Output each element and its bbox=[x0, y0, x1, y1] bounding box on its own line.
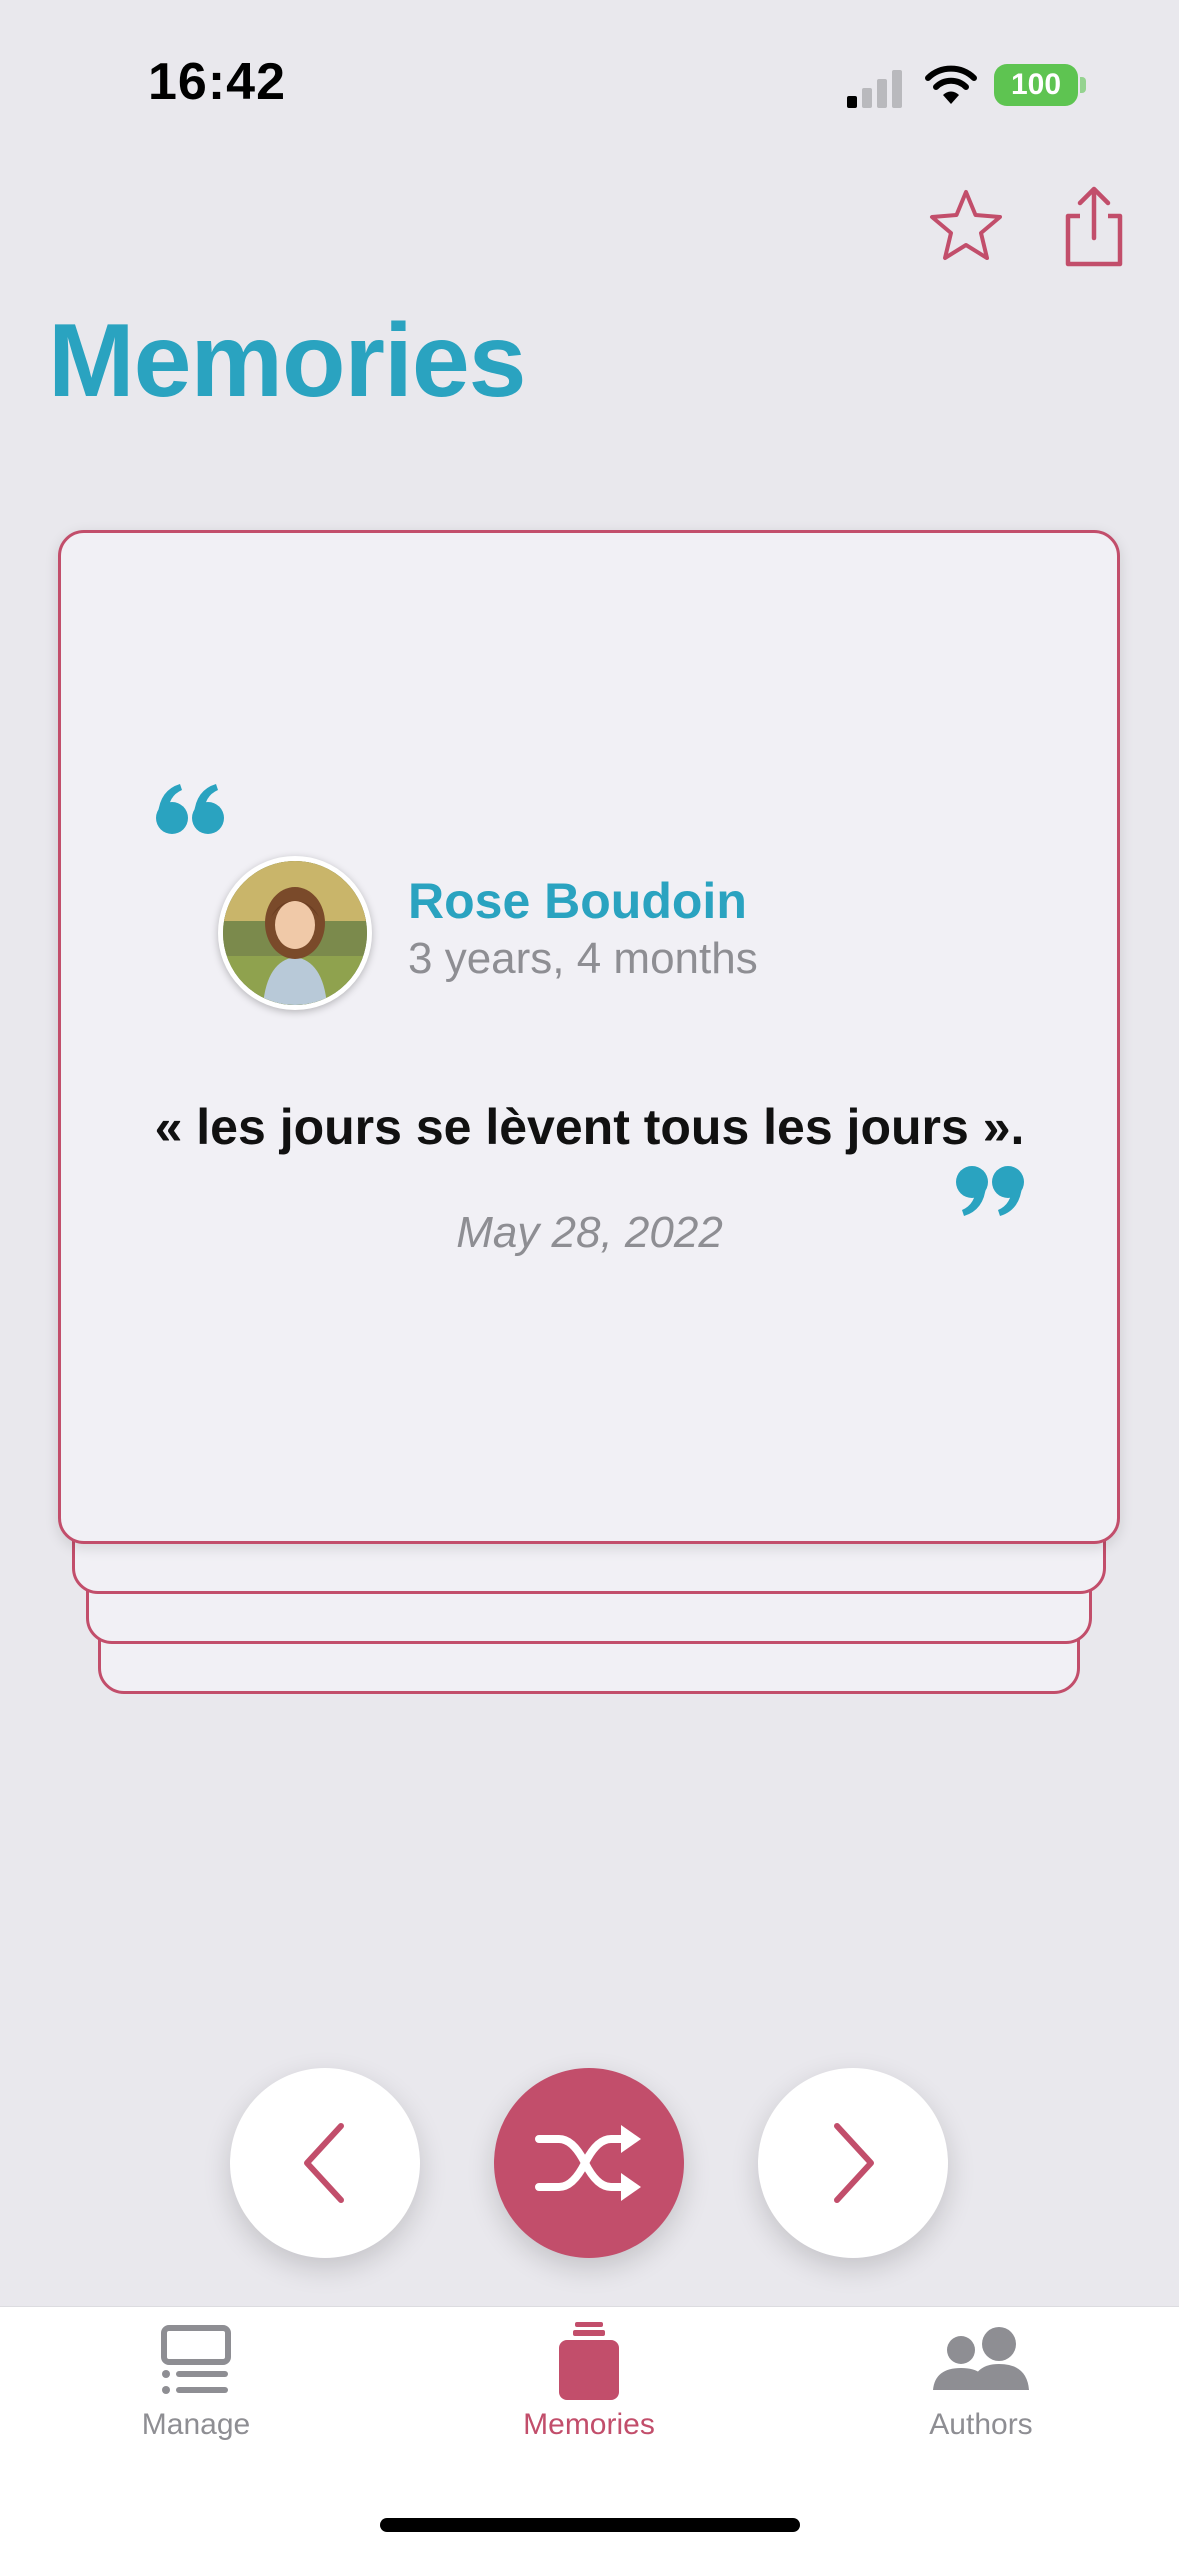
author-age: 3 years, 4 months bbox=[408, 934, 758, 983]
battery-level: 100 bbox=[1010, 68, 1062, 101]
tab-authors-label: Authors bbox=[929, 2408, 1033, 2441]
battery-indicator: 100 bbox=[994, 64, 1078, 106]
next-button[interactable] bbox=[758, 2068, 948, 2258]
jar-icon bbox=[559, 2322, 619, 2400]
cellular-signal-icon bbox=[847, 70, 902, 108]
previous-button[interactable] bbox=[230, 2068, 420, 2258]
wifi-icon bbox=[925, 65, 977, 104]
tab-manage-label: Manage bbox=[141, 2408, 251, 2441]
tab-manage[interactable]: Manage bbox=[66, 2320, 326, 2460]
quote-open-icon bbox=[156, 784, 224, 834]
author-name[interactable]: Rose Boudoin bbox=[408, 872, 747, 930]
shuffle-icon bbox=[535, 2125, 641, 2201]
author-avatar bbox=[218, 856, 372, 1010]
avatar-photo bbox=[223, 861, 367, 1005]
share-icon[interactable] bbox=[1058, 186, 1130, 268]
memory-date: May 28, 2022 bbox=[456, 1208, 723, 1257]
tab-memories-label: Memories bbox=[523, 2408, 655, 2441]
tab-authors[interactable]: Authors bbox=[851, 2320, 1111, 2460]
memory-card[interactable] bbox=[58, 530, 1120, 1544]
list-icon bbox=[161, 2325, 231, 2394]
home-indicator bbox=[380, 2518, 800, 2532]
status-time: 16:42 bbox=[148, 53, 286, 111]
battery-tip bbox=[1080, 77, 1086, 93]
chevron-left-icon bbox=[304, 2123, 344, 2203]
memory-quote: « les jours se lèvent tous les jours ». bbox=[154, 1099, 1025, 1155]
tab-memories[interactable]: Memories bbox=[459, 2320, 719, 2460]
chevron-right-icon bbox=[834, 2123, 874, 2203]
page-title: Memories bbox=[48, 303, 527, 419]
people-icon bbox=[933, 2327, 1029, 2390]
shuffle-button[interactable] bbox=[494, 2068, 684, 2258]
star-icon[interactable] bbox=[928, 188, 1004, 264]
